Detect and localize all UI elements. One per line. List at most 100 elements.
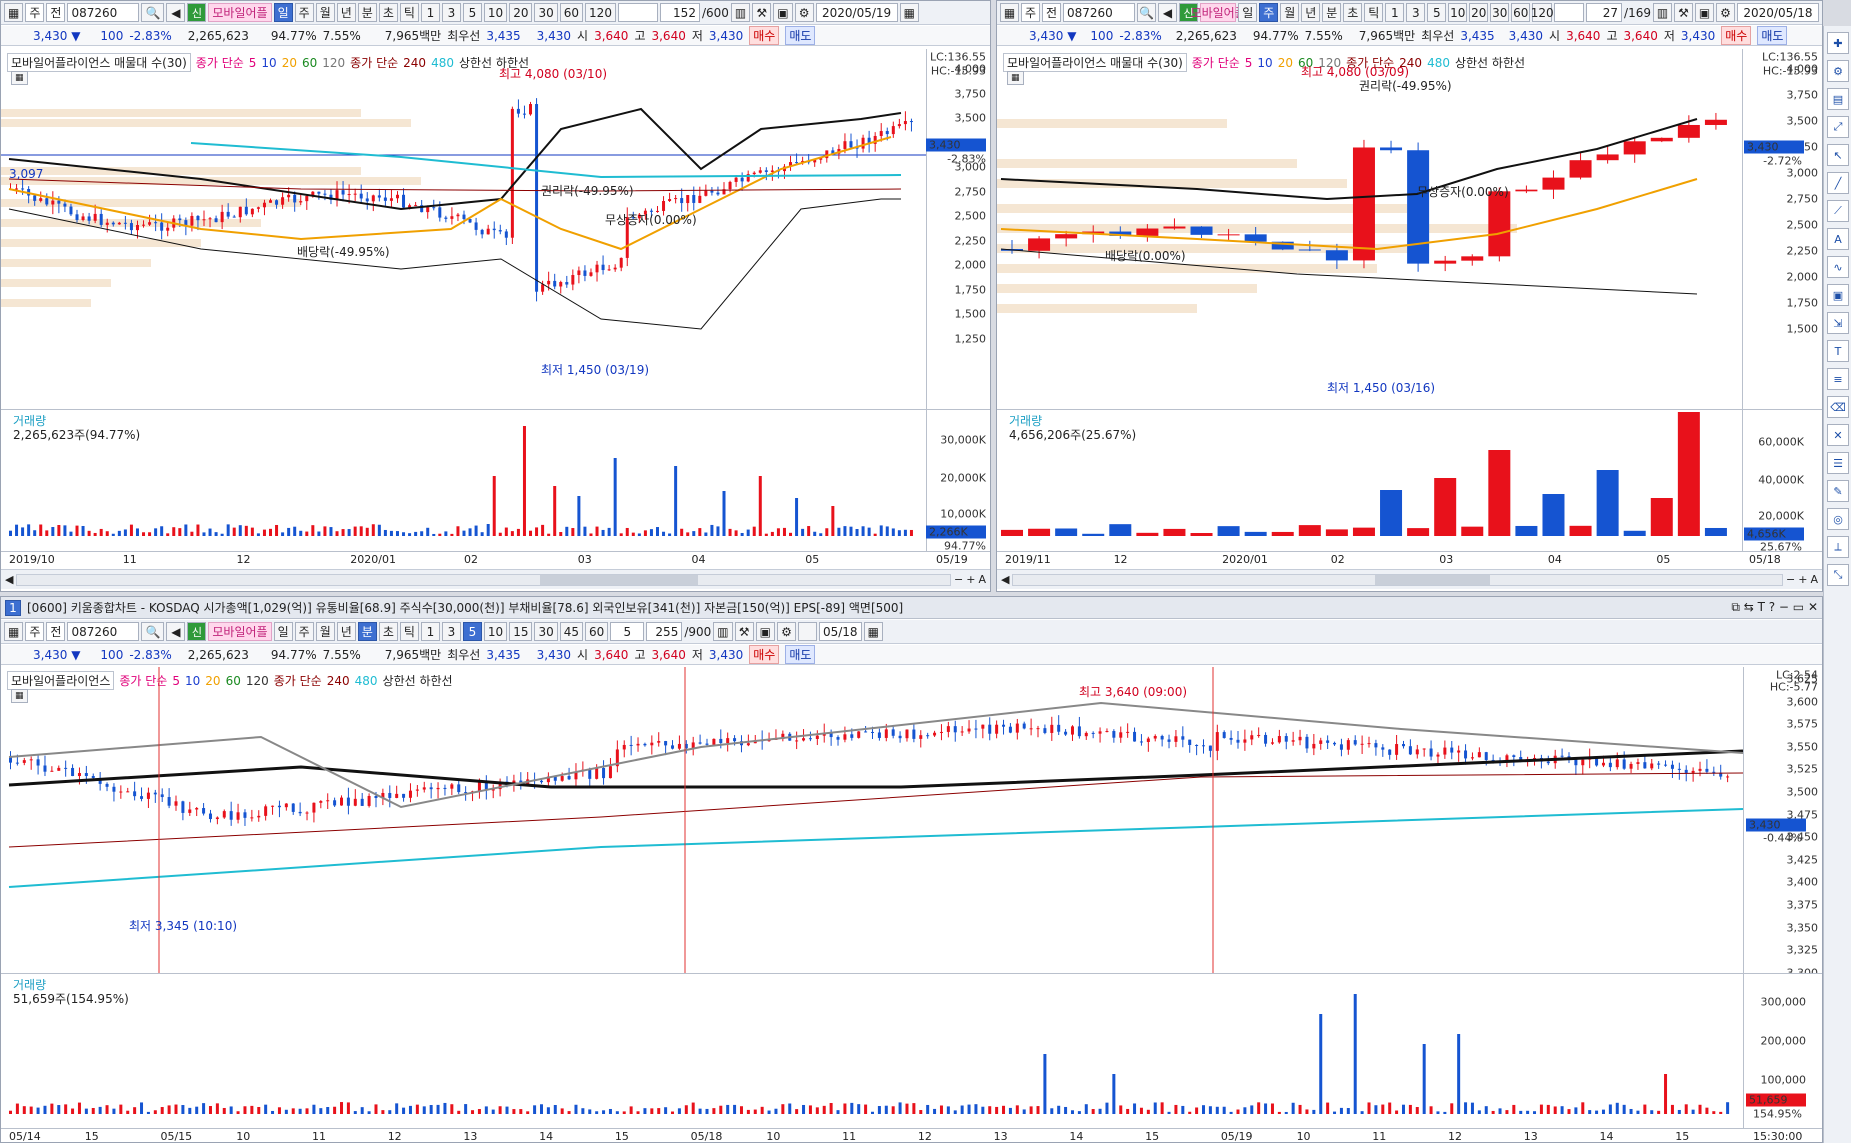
gear-icon[interactable]: ⚙	[1827, 60, 1849, 82]
prev-select[interactable]: 전	[1042, 3, 1061, 22]
stock-code-input[interactable]: 087260	[67, 622, 140, 641]
market-select[interactable]: 주	[25, 622, 45, 641]
price-plot[interactable]: 모바일어플라이언스 종가 단순 5 10 20 60 120 종가 단순 240…	[1, 667, 1822, 979]
interval-10[interactable]: 10	[483, 622, 508, 641]
arrow-icon[interactable]: ⇲	[1827, 312, 1849, 334]
period-sec[interactable]: 초	[378, 3, 398, 22]
prev-select[interactable]: 전	[46, 3, 66, 22]
buy-button[interactable]: 매수	[1721, 26, 1752, 45]
auto-icon[interactable]: A	[1827, 228, 1849, 250]
scroll-thumb[interactable]	[539, 574, 699, 585]
search-icon[interactable]: 🔍	[141, 3, 165, 22]
period-tick[interactable]: 틱	[399, 3, 419, 22]
date-input[interactable]: 2020/05/19	[815, 3, 898, 22]
chart-icon[interactable]: ▥	[730, 3, 751, 22]
checkbox[interactable]	[797, 622, 817, 641]
interval-3[interactable]: 3	[441, 622, 461, 641]
period-tick[interactable]: 틱	[399, 622, 419, 641]
zoom-out-icon[interactable]: −	[954, 573, 963, 586]
stock-code-input[interactable]: 087260	[1063, 3, 1135, 22]
scroll-left-icon[interactable]: ◀	[5, 573, 13, 586]
scroll-track[interactable]	[1012, 573, 1784, 586]
save-icon[interactable]: ▣	[1695, 3, 1714, 22]
date-input[interactable]: 2020/05/18	[1737, 3, 1819, 22]
ruler-icon[interactable]: ⟂	[1827, 536, 1849, 558]
fib-icon[interactable]: ≡	[1827, 368, 1849, 390]
volume-plot[interactable]: 거래량 4,656,206주(25.67%) 60,000K 40,000K 2…	[997, 409, 1822, 554]
search-icon[interactable]: 🔍	[141, 622, 165, 641]
save-icon[interactable]: ▣	[773, 3, 793, 22]
scroll-left-icon[interactable]: ◀	[1001, 573, 1009, 586]
count-input[interactable]: 255	[646, 622, 683, 641]
settings-icon[interactable]: ⚙	[1716, 3, 1735, 22]
interval-20[interactable]: 20	[1469, 3, 1489, 22]
period-week[interactable]: 주	[294, 3, 314, 22]
interval-15[interactable]: 15	[509, 622, 533, 641]
period-tick[interactable]: 틱	[1364, 3, 1384, 22]
buy-button[interactable]: 매수	[749, 645, 780, 664]
interval-30[interactable]: 30	[1490, 3, 1510, 22]
interval-5[interactable]: 5	[1427, 3, 1447, 22]
count-input[interactable]: 152	[659, 3, 700, 22]
eraser-icon[interactable]: ⌫	[1827, 396, 1849, 418]
period-month[interactable]: 월	[1280, 3, 1300, 22]
save-icon[interactable]: ▣	[755, 622, 775, 641]
scroll-thumb[interactable]	[1374, 574, 1490, 585]
text-icon[interactable]: T	[1827, 340, 1849, 362]
period-min[interactable]: 분	[357, 3, 377, 22]
period-day[interactable]: 일	[1238, 3, 1258, 22]
zoom-icon[interactable]: ⤢	[1827, 116, 1849, 138]
period-day[interactable]: 일	[273, 622, 293, 641]
price-plot[interactable]: 모바일어플라이언스 매물대 수(30) 종가 단순 5 10 20 60 120…	[997, 49, 1822, 409]
period-year[interactable]: 년	[336, 3, 356, 22]
date-input[interactable]: 05/18	[818, 622, 862, 641]
chart-icon[interactable]: ▥	[713, 622, 733, 641]
settings-icon[interactable]: ⚙	[776, 622, 796, 641]
interval-60[interactable]: 60	[1511, 3, 1531, 22]
interval-30[interactable]: 30	[534, 622, 558, 641]
period-min[interactable]: 분	[1322, 3, 1342, 22]
grid-icon[interactable]: ▦	[1000, 3, 1019, 22]
speaker-icon[interactable]: ◀	[1158, 3, 1177, 22]
grid-icon[interactable]: ▦	[4, 622, 24, 641]
count-input[interactable]: 27	[1586, 3, 1623, 22]
speaker-icon[interactable]: ◀	[166, 622, 186, 641]
market-select[interactable]: 주	[25, 3, 45, 22]
period-year[interactable]: 년	[336, 622, 356, 641]
interval-10[interactable]: 10	[483, 3, 508, 22]
sell-button[interactable]: 매도	[1757, 26, 1788, 45]
interval-10[interactable]: 10	[1448, 3, 1468, 22]
list-icon[interactable]: ☰	[1827, 452, 1849, 474]
period-min[interactable]: 분	[357, 622, 377, 641]
period-sec[interactable]: 초	[378, 622, 398, 641]
calendar-icon[interactable]: ▦	[899, 3, 919, 22]
period-week[interactable]: 주	[294, 622, 314, 641]
sell-button[interactable]: 매도	[785, 26, 816, 45]
period-day[interactable]: 일	[273, 3, 293, 22]
settings-icon[interactable]: ⚙	[794, 3, 814, 22]
period-week[interactable]: 주	[1259, 3, 1279, 22]
delete-icon[interactable]: ✕	[1827, 424, 1849, 446]
interval-input[interactable]	[1554, 3, 1585, 22]
line-icon[interactable]: ╱	[1827, 172, 1849, 194]
zoom-out-icon[interactable]: −	[1786, 573, 1795, 586]
interval-60[interactable]: 60	[559, 3, 584, 22]
crosshair-icon[interactable]: ✚	[1827, 32, 1849, 54]
zoom-in-icon[interactable]: +	[1798, 573, 1807, 586]
interval-3[interactable]: 3	[441, 3, 461, 22]
interval-20[interactable]: 20	[509, 3, 533, 22]
scroll-bar[interactable]: ◀ − + A	[1, 569, 990, 589]
tool-icon[interactable]: ⚒	[752, 3, 772, 22]
interval-1[interactable]: 1	[420, 3, 440, 22]
scroll-track[interactable]	[16, 573, 952, 586]
interval-input[interactable]: 5	[610, 622, 645, 641]
chart-type-icon[interactable]: ▤	[1827, 88, 1849, 110]
zoom-in-icon[interactable]: +	[966, 573, 975, 586]
stock-code-input[interactable]: 087260	[67, 3, 140, 22]
interval-input[interactable]	[617, 3, 658, 22]
chart-icon[interactable]: ▥	[1653, 3, 1672, 22]
interval-1[interactable]: 1	[1385, 3, 1405, 22]
buy-button[interactable]: 매수	[749, 26, 780, 45]
volume-plot[interactable]: 거래량 51,659주(154.95%) 300,000 200,000 100…	[1, 973, 1822, 1128]
period-sec[interactable]: 초	[1343, 3, 1363, 22]
